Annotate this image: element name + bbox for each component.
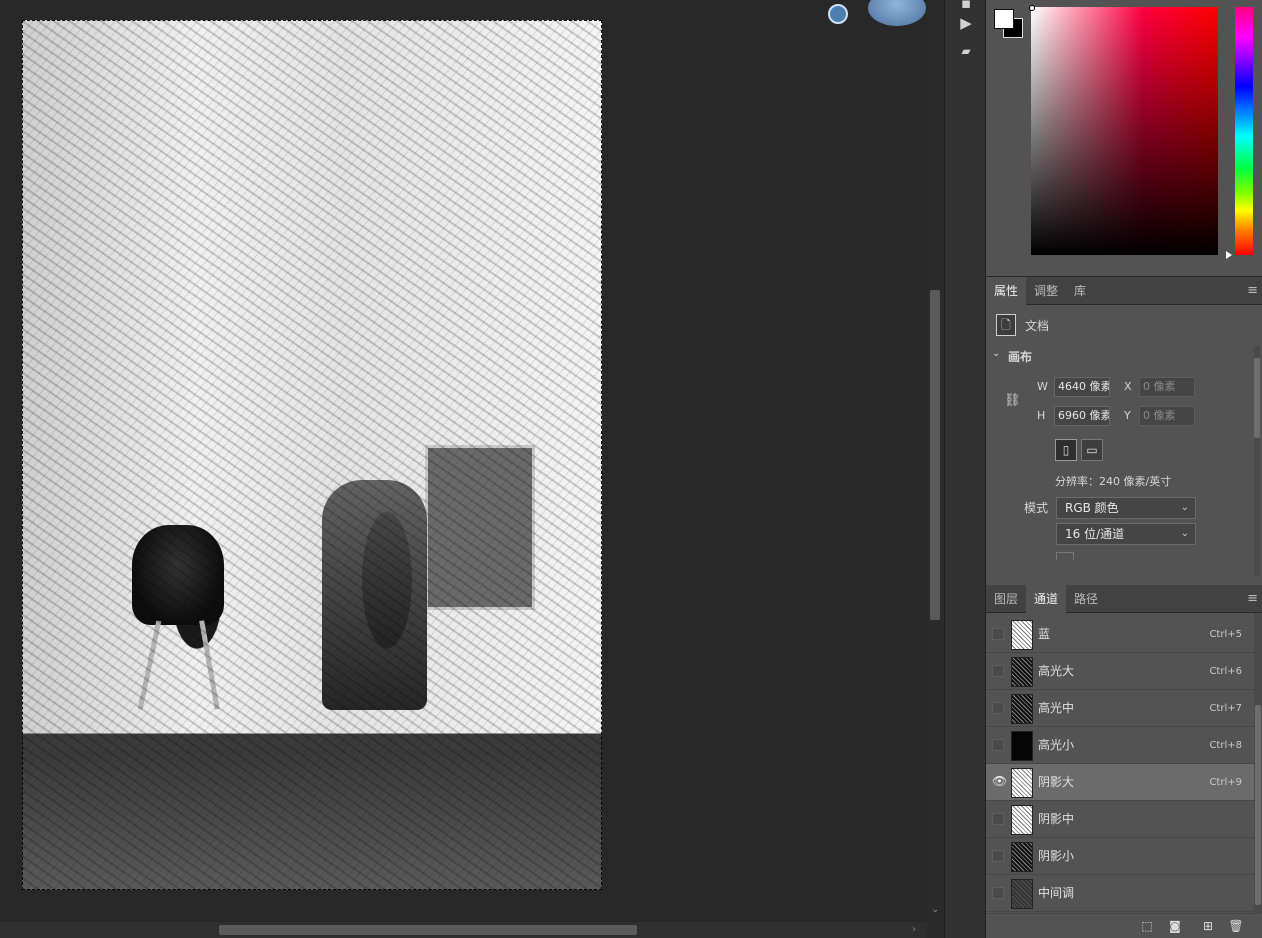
channel-shortcut: Ctrl+7 [1209, 703, 1242, 714]
channel-row[interactable]: 中间调 [986, 875, 1254, 912]
channel-name: 阴影小 [1038, 849, 1075, 863]
channel-name: 阴影中 [1038, 812, 1075, 826]
channel-shortcut: Ctrl+8 [1209, 740, 1242, 751]
eye-icon[interactable]: 👁 [992, 775, 1007, 788]
channel-shortcut: Ctrl+6 [1209, 666, 1242, 677]
channel-thumbnail [1011, 620, 1033, 650]
hue-slider[interactable] [1235, 7, 1253, 255]
trash-icon[interactable]: 🗑 [1228, 918, 1244, 934]
channel-name: 高光小 [1038, 738, 1075, 752]
channel-shortcut: Ctrl+5 [1209, 629, 1242, 640]
shirt-icon[interactable] [828, 4, 848, 24]
image-texture [22, 20, 602, 890]
channel-row[interactable]: 高光小 Ctrl+8 [986, 727, 1254, 764]
panel-menu-icon[interactable]: ≡ [1247, 591, 1258, 606]
link-icon[interactable]: ⛓ [1004, 393, 1021, 408]
foreground-color-swatch[interactable] [994, 9, 1014, 29]
horizontal-scroll-thumb[interactable] [219, 925, 637, 935]
visibility-toggle[interactable] [992, 702, 1004, 714]
width-label: W [1037, 380, 1048, 393]
tab-channels[interactable]: 通道 [1026, 585, 1067, 613]
visibility-toggle[interactable] [992, 850, 1004, 862]
scroll-right-icon[interactable]: › [912, 924, 916, 935]
chevron-down-icon: ⌄ [1180, 502, 1189, 513]
scroll-down-icon[interactable]: ⌄ [931, 904, 939, 915]
channel-row[interactable]: 高光大 Ctrl+6 [986, 653, 1254, 690]
channels-scroll-thumb[interactable] [1255, 705, 1261, 905]
play-icon[interactable]: ▶ [955, 12, 977, 34]
properties-scroll-thumb[interactable] [1254, 358, 1260, 438]
vertical-scroll-thumb[interactable] [930, 290, 940, 620]
x-label: X [1124, 380, 1132, 393]
channel-name: 中间调 [1038, 886, 1075, 900]
y-field[interactable]: 0 像素 [1139, 406, 1195, 426]
chevron-down-icon: ⌄ [1180, 528, 1189, 539]
visibility-toggle[interactable] [992, 628, 1004, 640]
channel-shortcut: Ctrl+9 [1209, 777, 1242, 788]
channel-thumbnail [1011, 694, 1033, 724]
channel-row[interactable]: 高光中 Ctrl+7 [986, 690, 1254, 727]
tab-libraries[interactable]: 库 [1066, 277, 1094, 305]
mode-label: 模式 [1024, 501, 1049, 515]
document-image[interactable] [22, 20, 602, 890]
channel-name: 高光大 [1038, 664, 1075, 678]
channel-thumbnail [1011, 879, 1033, 909]
channel-row[interactable]: 阴影小 [986, 838, 1254, 875]
document-icon: 🗋 [996, 314, 1016, 336]
channel-name: 蓝 [1038, 627, 1051, 641]
properties-tabbar: 属性 调整 库 ≡ [986, 277, 1262, 305]
save-selection-as-channel-icon[interactable]: ◙ [1167, 918, 1183, 934]
channel-row-selected[interactable]: 👁 阴影大 Ctrl+9 [986, 764, 1254, 801]
tab-adjustments[interactable]: 调整 [1026, 277, 1066, 305]
right-panel: 属性 调整 库 ≡ 🗋 文档 ⌄ 画布 ⛓ W 4640 像素 X 0 像素 H… [986, 0, 1262, 938]
plugin-icon[interactable]: ▰ [955, 40, 977, 62]
channel-thumbnail [1011, 657, 1033, 687]
channel-row[interactable]: 阴影中 [986, 801, 1254, 838]
hue-slider-marker[interactable] [1226, 251, 1232, 259]
bit-depth-value: 16 位/通道 [1065, 527, 1125, 541]
channel-name: 阴影大 [1038, 775, 1075, 789]
tab-properties[interactable]: 属性 [986, 277, 1027, 305]
chevron-down-icon[interactable]: ⌄ [992, 348, 1000, 359]
color-panel [986, 0, 1262, 277]
mascot-icon[interactable] [868, 0, 926, 26]
resolution-text: 分辨率：240 像素/英寸 [1055, 475, 1172, 488]
height-field[interactable]: 6960 像素 [1054, 406, 1110, 426]
channel-thumbnail [1011, 731, 1033, 761]
canvas-section-title: 画布 [1008, 350, 1033, 364]
panel-tool-strip: ▪ ▶ ▰ [944, 0, 986, 938]
color-mode-value: RGB 颜色 [1065, 501, 1119, 515]
visibility-toggle[interactable] [992, 665, 1004, 677]
channel-thumbnail [1011, 805, 1033, 835]
channels-footer: ⬚ ◙ ⊞ 🗑 [986, 913, 1262, 938]
width-field[interactable]: 4640 像素 [1054, 377, 1110, 397]
channel-thumbnail [1011, 768, 1033, 798]
panel-menu-icon[interactable]: ≡ [1247, 283, 1258, 298]
tab-layers[interactable]: 图层 [986, 585, 1026, 613]
partial-control[interactable] [1056, 552, 1074, 560]
x-field[interactable]: 0 像素 [1139, 377, 1195, 397]
channels-tabbar: 图层 通道 路径 ≡ [986, 585, 1262, 613]
properties-panel: 🗋 文档 ⌄ 画布 ⛓ W 4640 像素 X 0 像素 H 6960 像素 Y… [986, 306, 1262, 584]
channel-thumbnail [1011, 842, 1033, 872]
channel-name: 高光中 [1038, 701, 1075, 715]
channel-row[interactable]: 蓝 Ctrl+5 [986, 616, 1254, 653]
height-label: H [1037, 409, 1046, 422]
y-label: Y [1124, 409, 1131, 422]
channels-list: 蓝 Ctrl+5 高光大 Ctrl+6 高光中 Ctrl+7 高光小 Ctrl+… [986, 613, 1262, 913]
color-mode-select[interactable]: RGB 颜色 ⌄ [1056, 497, 1196, 519]
new-channel-icon[interactable]: ⊞ [1200, 918, 1216, 934]
color-picker-marker[interactable] [1029, 5, 1035, 11]
portrait-orientation-icon[interactable]: ▯ [1055, 439, 1077, 461]
bit-depth-select[interactable]: 16 位/通道 ⌄ [1056, 523, 1196, 545]
visibility-toggle[interactable] [992, 813, 1004, 825]
tab-paths[interactable]: 路径 [1066, 585, 1106, 613]
color-field[interactable] [1031, 7, 1218, 255]
load-selection-icon[interactable]: ⬚ [1139, 918, 1155, 934]
document-canvas-area[interactable] [0, 0, 927, 922]
document-label: 文档 [1025, 319, 1050, 333]
visibility-toggle[interactable] [992, 887, 1004, 899]
visibility-toggle[interactable] [992, 739, 1004, 751]
landscape-orientation-icon[interactable]: ▭ [1081, 439, 1103, 461]
